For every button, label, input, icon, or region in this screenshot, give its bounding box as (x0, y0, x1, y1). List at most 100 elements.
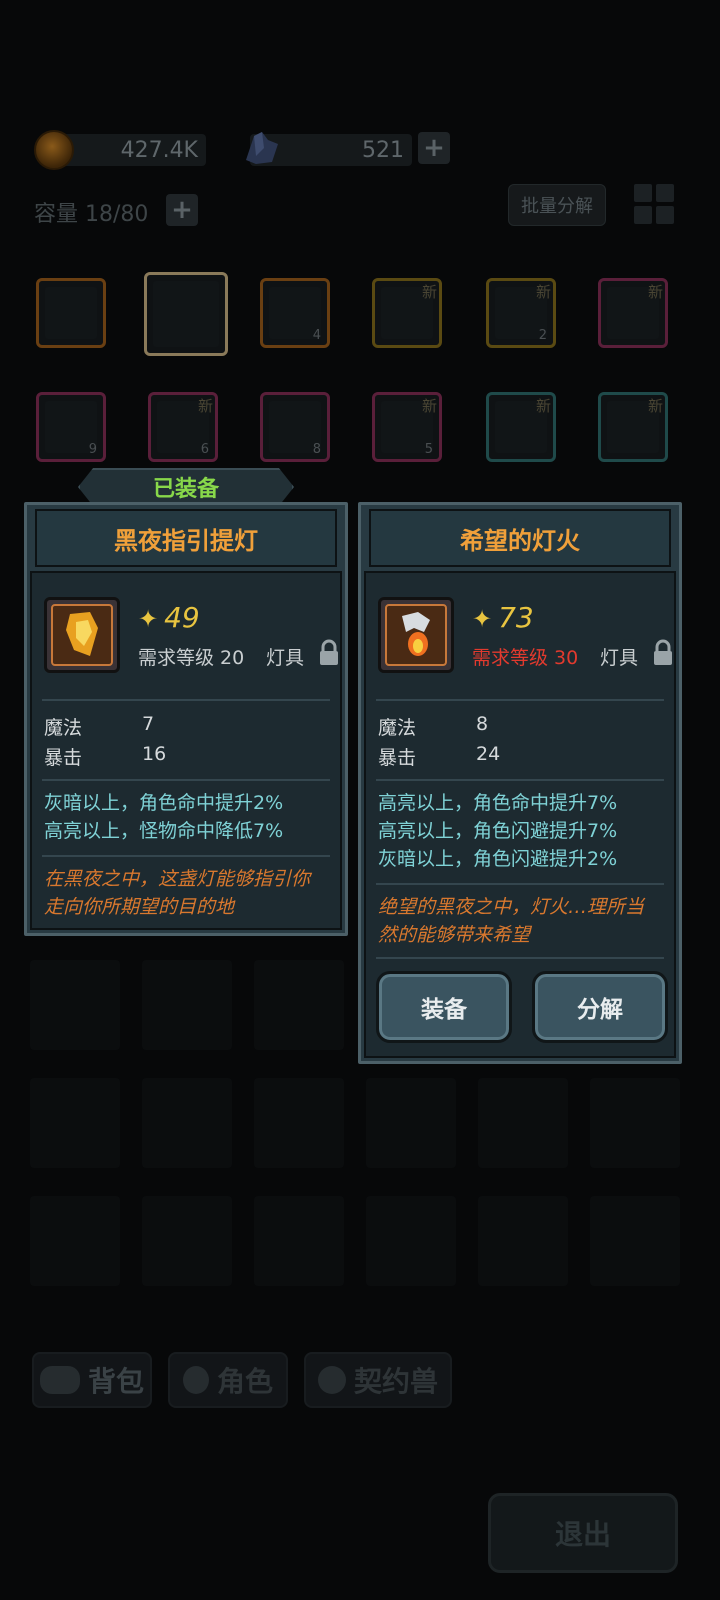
inventory-slot[interactable]: 新 (372, 278, 442, 348)
stat-value: 7 (142, 713, 155, 735)
lock-icon[interactable] (318, 639, 340, 667)
grid-view-icon[interactable] (634, 184, 674, 224)
new-badge: 新 (647, 397, 663, 415)
equipped-item-panel: 黑夜指引提灯 ✦ 49 需求等级 20 灯具 魔法 7 暴击 16 灰暗以上，角色… (24, 502, 348, 936)
inventory-slot[interactable]: 8 (260, 392, 330, 462)
selected-requirement: 需求等级 30 (472, 647, 579, 669)
selected-type: 灯具 (600, 647, 639, 669)
divider (376, 699, 664, 701)
divider (376, 883, 664, 885)
inventory-slot[interactable]: 6新 (148, 392, 218, 462)
empty-slot (366, 1078, 456, 1168)
selected-power: ✦ 73 (472, 601, 534, 634)
tab-pet[interactable]: 契约兽 (304, 1352, 452, 1408)
new-badge: 新 (535, 283, 551, 301)
inventory-slot[interactable]: 5新 (372, 392, 442, 462)
effect-line: 高亮以上，角色命中提升7% (378, 792, 618, 814)
effect-line: 高亮以上，怪物命中降低7% (44, 820, 284, 842)
tab-pet-label: 契约兽 (353, 1365, 438, 1398)
empty-slot (30, 1196, 120, 1286)
inventory-slot[interactable]: 新 (598, 392, 668, 462)
empty-slot (142, 1196, 232, 1286)
empty-slot (254, 960, 344, 1050)
effect-line: 高亮以上，角色闪避提升7% (378, 820, 618, 842)
item-icon (45, 287, 97, 339)
expand-capacity-button[interactable]: + (166, 194, 198, 226)
power-icon: ✦ (472, 605, 493, 633)
equipped-item-body: ✦ 49 需求等级 20 灯具 魔法 7 暴击 16 灰暗以上，角色命中提升2% … (30, 571, 342, 930)
new-badge: 新 (535, 397, 551, 415)
bag-icon (39, 1366, 80, 1394)
crystal-icon (246, 132, 278, 164)
inventory-slot[interactable]: 新 (598, 278, 668, 348)
inventory-slot[interactable] (144, 272, 228, 356)
empty-slot (478, 1078, 568, 1168)
equipped-requirement: 需求等级 20 (138, 647, 245, 669)
new-badge: 新 (421, 397, 437, 415)
item-count: 6 (200, 442, 209, 457)
lamp-flame-icon (402, 612, 430, 656)
effect-line: 灰暗以上，角色闪避提升2% (378, 848, 618, 870)
empty-slot (478, 1196, 568, 1286)
stat-name: 暴击 (44, 747, 83, 769)
crystal-amount: 521 (362, 137, 404, 163)
bulk-decompose-button[interactable]: 批量分解 (508, 184, 606, 226)
effect-line: 灰暗以上，角色命中提升2% (44, 792, 284, 814)
equip-button[interactable]: 装备 (376, 971, 512, 1043)
stat-value: 8 (476, 713, 489, 735)
empty-slot (142, 1078, 232, 1168)
empty-slot (30, 960, 120, 1050)
item-description: 在黑夜之中，这盏灯能够指引你 走向你所期望的目的地 (44, 865, 310, 921)
stat-value: 24 (476, 743, 501, 765)
lock-icon[interactable] (652, 639, 674, 667)
selected-item-title: 希望的灯火 (369, 509, 671, 567)
equipped-power: ✦ 49 (138, 601, 200, 634)
stat-name: 魔法 (378, 717, 417, 739)
selected-item-body: ✦ 73 需求等级 30 灯具 魔法 8 暴击 24 高亮以上，角色命中提升7% … (364, 571, 676, 1058)
item-count: 5 (424, 442, 433, 457)
new-badge: 新 (421, 283, 437, 301)
inventory-slot[interactable]: 2新 (486, 278, 556, 348)
equipped-tab: 已装备 (78, 468, 294, 506)
paw-icon (317, 1366, 346, 1394)
item-count: 9 (88, 442, 97, 457)
divider (376, 779, 664, 781)
exit-button[interactable]: 退出 (488, 1493, 678, 1573)
inventory-slot[interactable]: 9 (36, 392, 106, 462)
stat-name: 暴击 (378, 747, 417, 769)
tab-character[interactable]: 角色 (168, 1352, 288, 1408)
character-icon (182, 1366, 209, 1394)
equipped-item-icon (44, 597, 120, 673)
add-crystal-button[interactable]: + (418, 132, 450, 164)
divider (376, 957, 664, 959)
inventory-slot[interactable]: 新 (486, 392, 556, 462)
empty-slot (142, 960, 232, 1050)
empty-slot (366, 1196, 456, 1286)
power-icon: ✦ (138, 605, 159, 633)
description-line: 绝望的黑夜之中，灯火…理所当 (378, 896, 645, 918)
empty-slot (590, 1196, 680, 1286)
empty-slot (30, 1078, 120, 1168)
divider (42, 779, 330, 781)
lamp-gold-icon (66, 612, 98, 656)
tab-bag-label: 背包 (87, 1365, 144, 1398)
tab-bag[interactable]: 背包 (32, 1352, 152, 1408)
item-icon (153, 281, 219, 347)
gold-coin-icon (34, 130, 74, 170)
inventory-slot[interactable] (36, 278, 106, 348)
item-count: 2 (538, 328, 547, 343)
empty-slot (254, 1078, 344, 1168)
description-line: 走向你所期望的目的地 (44, 896, 235, 918)
description-line: 然的能够带来希望 (378, 924, 531, 946)
tab-character-label: 角色 (216, 1365, 273, 1398)
new-badge: 新 (197, 397, 213, 415)
description-line: 在黑夜之中，这盏灯能够指引你 (44, 868, 311, 890)
empty-slot (590, 1078, 680, 1168)
stat-value: 16 (142, 743, 167, 765)
selected-item-icon (378, 597, 454, 673)
inventory-slot[interactable]: 4 (260, 278, 330, 348)
divider (42, 699, 330, 701)
decompose-button[interactable]: 分解 (532, 971, 668, 1043)
item-count: 8 (312, 442, 321, 457)
stat-name: 魔法 (44, 717, 83, 739)
